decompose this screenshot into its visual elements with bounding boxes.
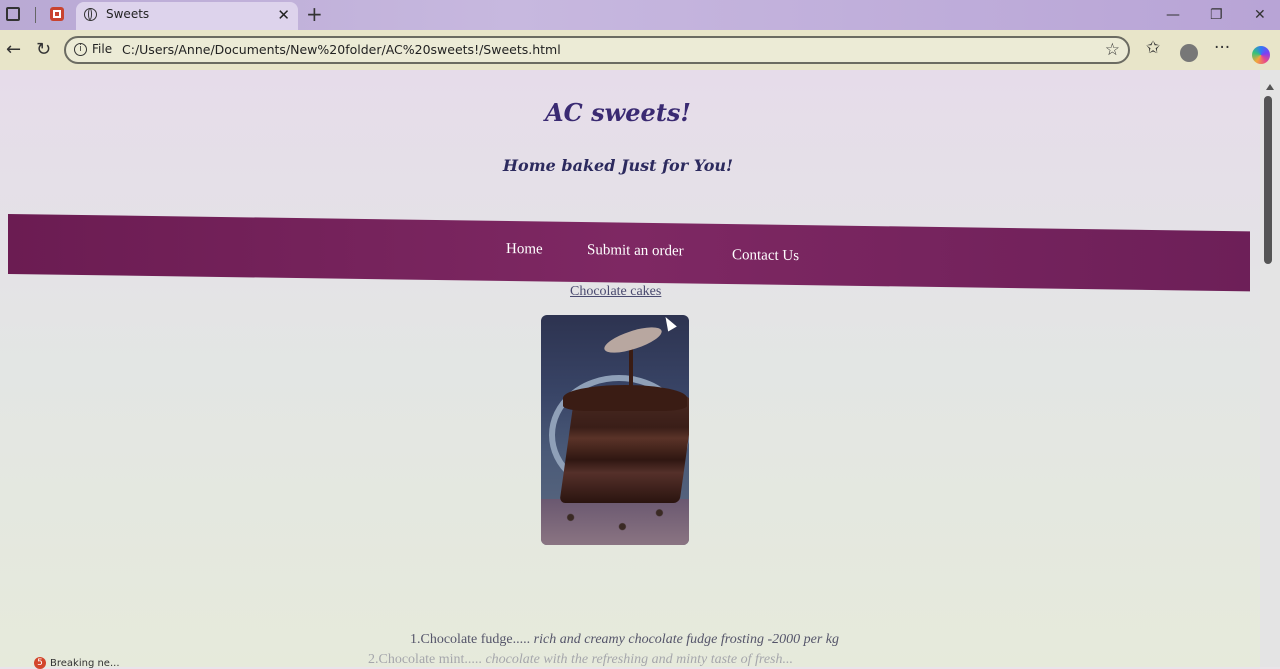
new-tab-button[interactable]: + [306,2,323,26]
nav-submit-order[interactable]: Submit an order [587,242,684,260]
notification-badge: 5 [34,657,46,669]
site-tagline: Home baked Just for You! [502,156,734,175]
extension-icon[interactable] [50,7,64,21]
info-icon[interactable]: i [74,43,87,56]
scroll-thumb[interactable] [1264,96,1272,264]
close-window-button[interactable]: ✕ [1254,7,1266,23]
minimize-button[interactable]: — [1166,7,1180,23]
list-item: 1.Chocolate fudge..... rich and creamy c… [410,632,839,648]
tab-bar: Sweets ✕ + — ❐ ✕ [0,0,1280,30]
item-description: chocolate with the refreshing and minty … [485,652,794,667]
tab-close-icon[interactable]: ✕ [277,6,290,24]
site-title: AC sweets! [545,98,691,127]
more-icon[interactable]: ··· [1214,38,1230,58]
address-bar[interactable]: i File C:/Users/Anne/Documents/New%20fol… [64,36,1130,64]
tab-title: Sweets [106,7,150,21]
taskbar-news-text[interactable]: Breaking ne... [50,658,120,669]
refresh-icon[interactable]: ↻ [36,39,51,60]
file-label: File [92,42,113,56]
list-item: 2.Chocolate mint..... chocolate with the… [368,652,793,667]
scroll-up-icon[interactable] [1266,84,1274,90]
item-description: rich and creamy chocolate fudge frosting [533,632,764,647]
favorites-icon[interactable]: ✩ [1146,38,1160,58]
cake-image [541,315,689,545]
back-arrow-icon[interactable]: ← [6,39,21,60]
restore-button[interactable]: ❐ [1210,7,1223,23]
profile-icon[interactable] [1180,44,1198,62]
globe-icon [84,8,97,21]
address-bar-row: ← ↻ i File C:/Users/Anne/Documents/New%2… [0,30,1280,70]
nav-bar: Home Submit an order Contact Us [8,214,1250,292]
item-name: 2.Chocolate mint..... [368,652,482,667]
item-name: 1.Chocolate fudge..... [410,632,531,647]
page-viewport: AC sweets! Home baked Just for You! Home… [0,70,1260,667]
tab-sweets[interactable]: Sweets ✕ [76,2,298,30]
nav-contact-us[interactable]: Contact Us [732,247,799,265]
nav-home[interactable]: Home [506,241,543,259]
copilot-icon[interactable] [1252,46,1270,64]
star-icon[interactable]: ☆ [1105,40,1120,60]
item-price: -2000 per kg [767,632,839,647]
window-menu-icon[interactable] [6,7,20,21]
url-text[interactable]: C:/Users/Anne/Documents/New%20folder/AC%… [122,42,561,57]
chocolate-cakes-link[interactable]: Chocolate cakes [570,284,661,300]
tab-separator [35,7,36,23]
